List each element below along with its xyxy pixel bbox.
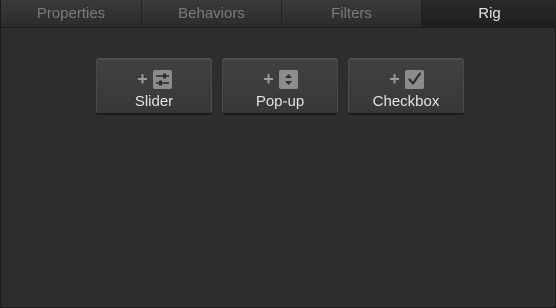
tab-rig[interactable]: Rig — [422, 0, 556, 27]
checkbox-icon — [404, 69, 424, 89]
add-checkbox-label: Checkbox — [372, 93, 440, 110]
add-checkbox-icon-row: + — [389, 69, 424, 89]
slider-icon — [152, 69, 172, 89]
add-slider-icon-row: + — [137, 69, 172, 89]
plus-icon: + — [263, 69, 274, 89]
tab-properties[interactable]: Properties — [1, 0, 142, 27]
add-popup-button[interactable]: + Pop-up — [222, 58, 338, 114]
tab-bar: Properties Behaviors Filters Rig — [1, 0, 556, 28]
add-popup-label: Pop-up — [255, 93, 305, 110]
plus-icon: + — [389, 69, 400, 89]
add-checkbox-button[interactable]: + Checkbox — [348, 58, 464, 114]
add-slider-label: Slider — [134, 93, 174, 110]
tab-behaviors[interactable]: Behaviors — [142, 0, 282, 27]
tab-filters[interactable]: Filters — [282, 0, 422, 27]
plus-icon: + — [137, 69, 148, 89]
add-slider-button[interactable]: + Slider — [96, 58, 212, 114]
inspector-panel: Properties Behaviors Filters Rig + Slide… — [0, 0, 556, 308]
popup-icon — [278, 69, 298, 89]
add-popup-icon-row: + — [263, 69, 298, 89]
